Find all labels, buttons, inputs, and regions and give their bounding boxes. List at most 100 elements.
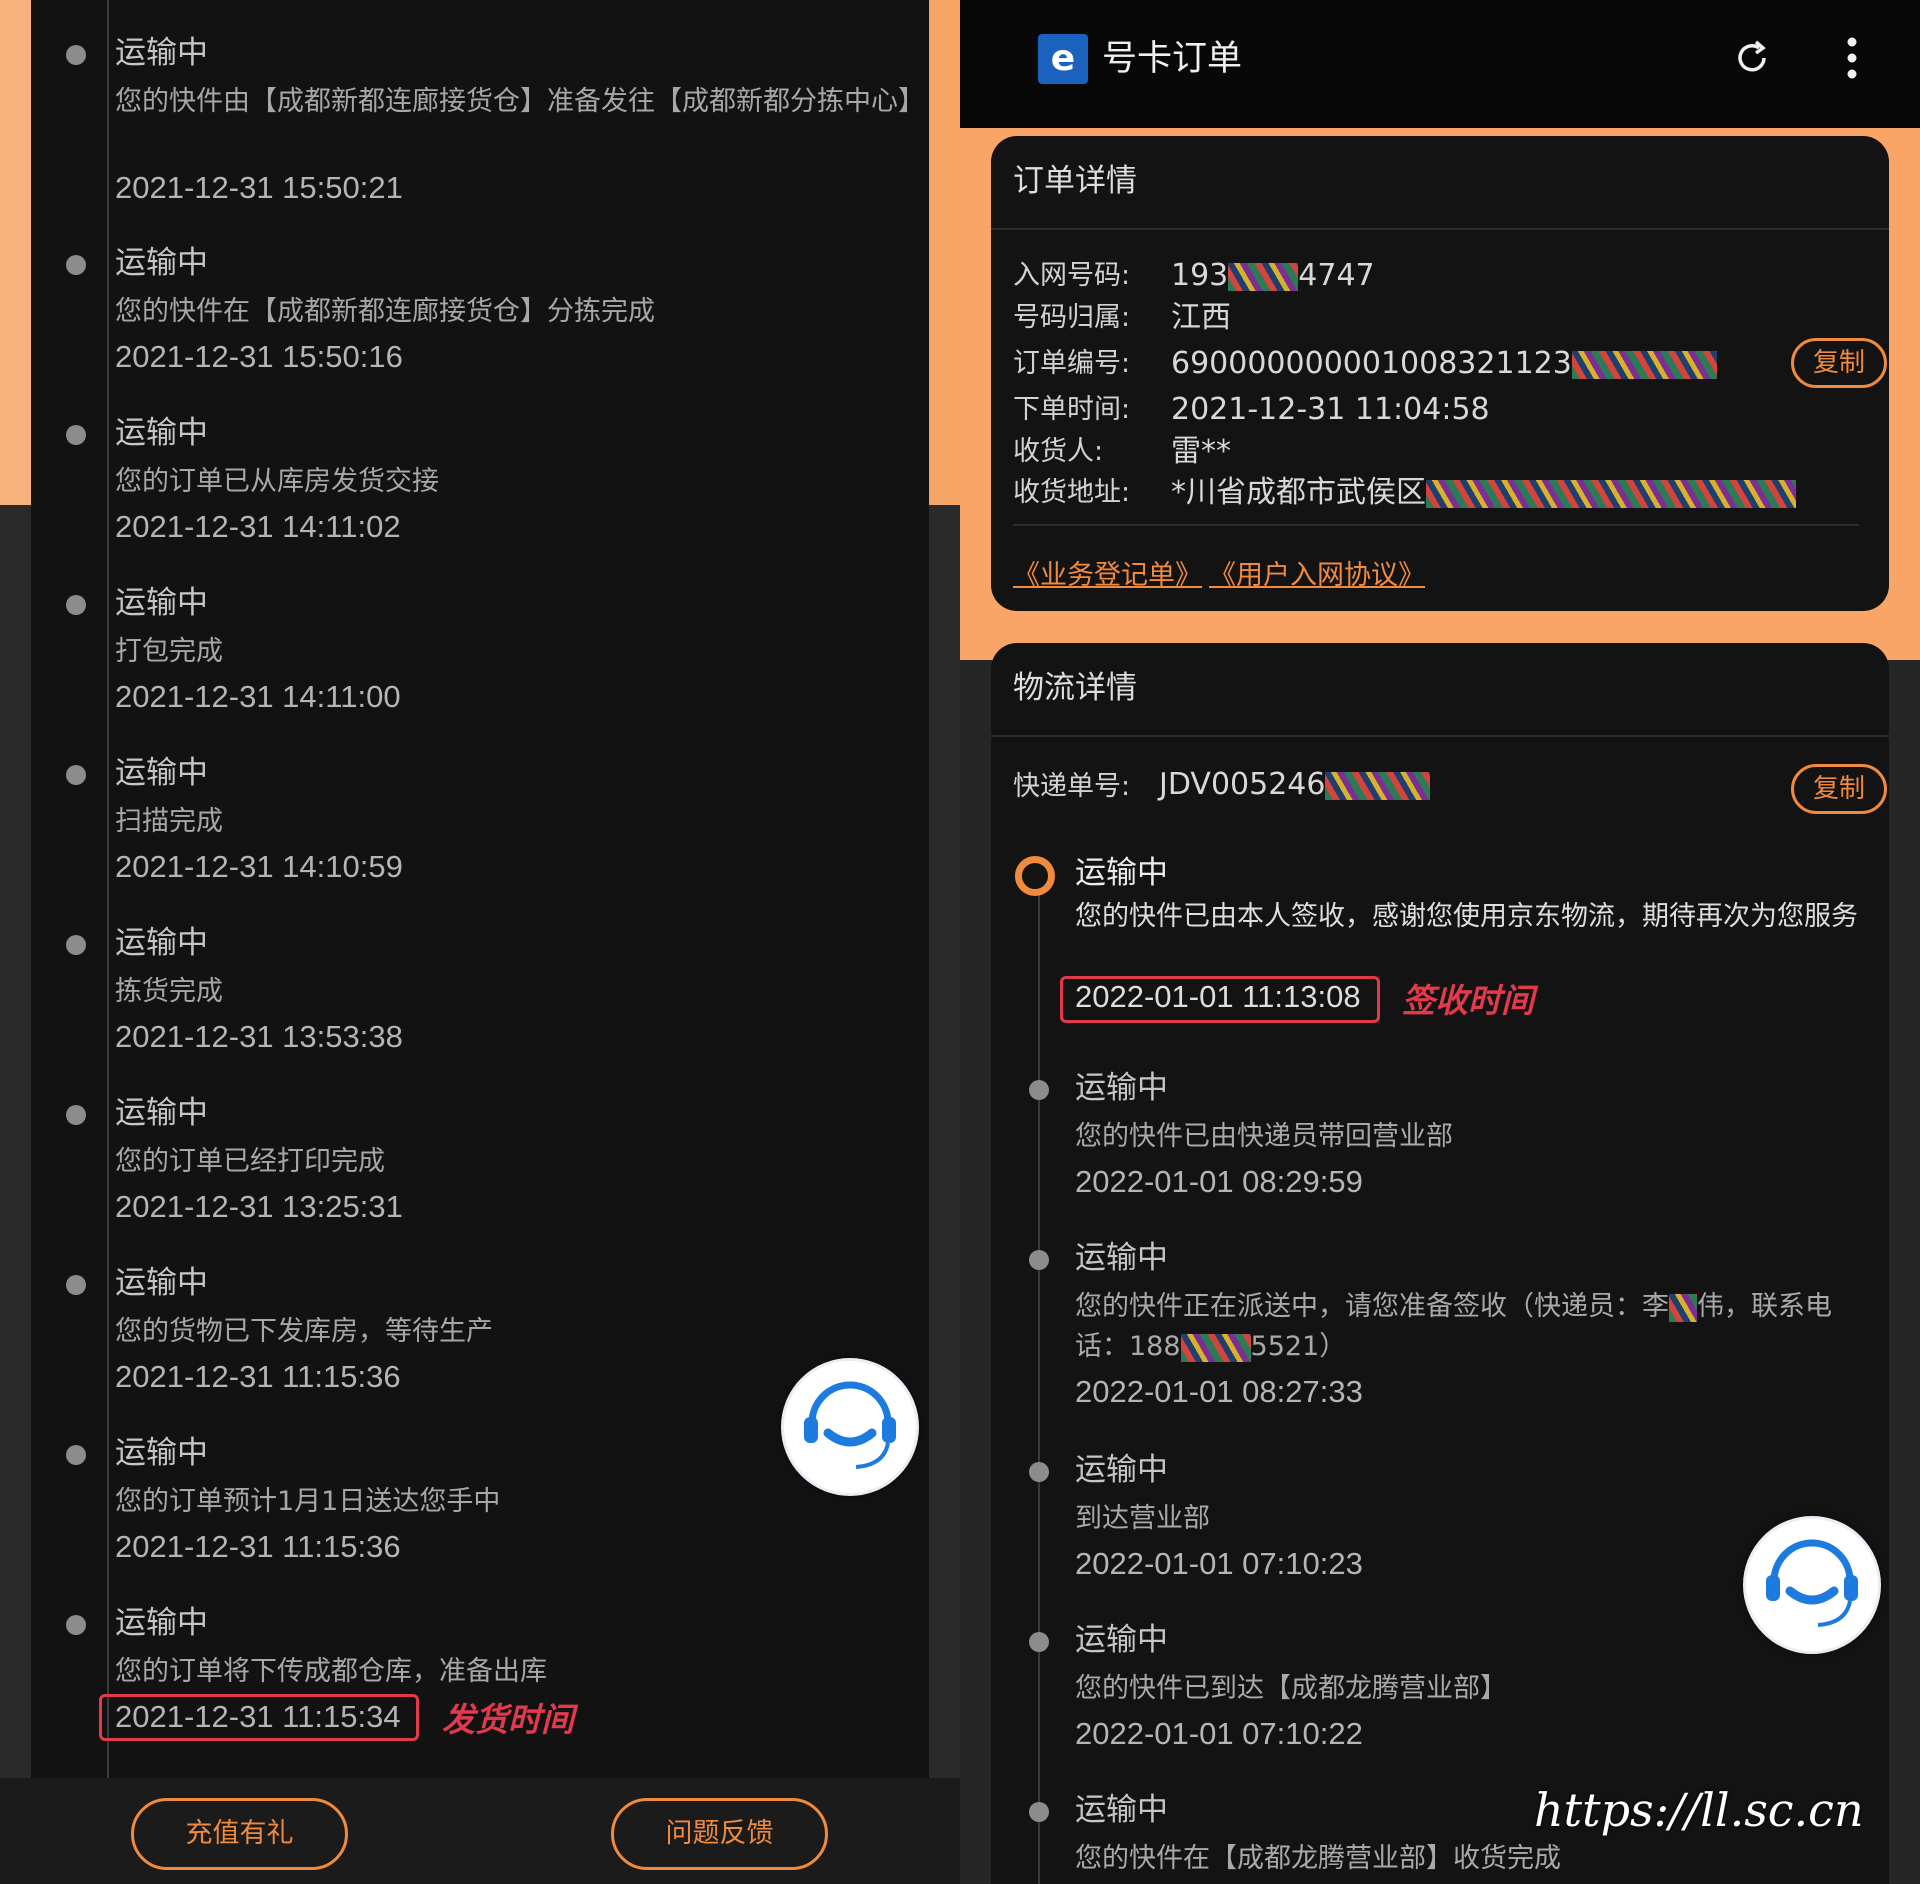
timeline-status: 运输中 xyxy=(115,415,208,451)
timeline-status: 运输中 xyxy=(115,1095,208,1131)
timeline-time: 2021-12-31 11:15:36 xyxy=(115,1529,401,1564)
receiver-value: 雷** xyxy=(1171,434,1231,469)
receiver-label: 收货人: xyxy=(1013,436,1104,467)
timeline-time: 2021-12-31 15:50:16 xyxy=(115,339,403,374)
timeline-desc: 您的快件正在派送中，请您准备签收（快递员：李 伟，联系电话：188 5521） xyxy=(1075,1287,1865,1367)
copy-tracking-button[interactable]: 复制 xyxy=(1791,764,1887,814)
desc-part: 5521） xyxy=(1250,1331,1347,1362)
timeline-time: 2021-12-31 15:50:21 xyxy=(115,170,403,205)
timeline-desc: 您的订单已经打印完成 xyxy=(115,1146,385,1177)
watermark-text: https://ll.sc.cn xyxy=(1534,1783,1864,1837)
recharge-button[interactable]: 充值有礼 xyxy=(131,1798,348,1870)
timeline-dot xyxy=(1029,1250,1049,1270)
region-value: 江西 xyxy=(1171,300,1231,335)
order-time-value: 2021-12-31 11:04:58 xyxy=(1171,392,1490,427)
timeline-time: 2021-12-31 11:15:36 xyxy=(115,1359,401,1394)
left-screenshot: 运输中 您的快件由【成都新都连廊接货仓】准备发往【成都新都分拣中心】 2021-… xyxy=(0,0,960,1884)
timeline-time: 2022-01-01 08:29:59 xyxy=(1075,1164,1363,1199)
timeline-desc: 您的快件已由本人签收，感谢您使用京东物流，期待再次为您服务 xyxy=(1075,901,1858,932)
page-title: 号卡订单 xyxy=(1102,39,1243,79)
timeline-status: 运输中 xyxy=(1075,1622,1168,1658)
address-text: *川省成都市武侯区 xyxy=(1171,475,1426,510)
tracking-no-text: JDV005246 xyxy=(1159,767,1326,802)
address-value: *川省成都市武侯区 xyxy=(1171,473,1796,513)
order-no-label: 订单编号: xyxy=(1013,348,1131,379)
more-menu-icon[interactable] xyxy=(1845,36,1859,80)
headset-icon xyxy=(804,1381,896,1469)
timeline-line xyxy=(1038,887,1040,1884)
timeline-desc: 您的快件由【成都新都连廊接货仓】准备发往【成都新都分拣中心】 xyxy=(115,86,925,117)
timeline-desc: 扫描完成 xyxy=(115,806,223,837)
app-bar: e 号卡订单 xyxy=(960,0,1920,128)
timeline-status: 运输中 xyxy=(1075,855,1168,891)
phone-value: 193 4747 xyxy=(1171,256,1375,296)
logistics-timeline-card: 运输中 您的快件由【成都新都连廊接货仓】准备发往【成都新都分拣中心】 2021-… xyxy=(31,0,929,1778)
timeline-dot xyxy=(1029,1080,1049,1100)
headset-icon xyxy=(1766,1539,1858,1627)
timeline-dot xyxy=(66,255,86,275)
timeline-status: 运输中 xyxy=(115,755,208,791)
timeline-status: 运输中 xyxy=(1075,1070,1168,1106)
address-label: 收货地址: xyxy=(1013,477,1131,508)
logistics-title: 物流详情 xyxy=(1013,670,1137,706)
order-no-value: 690000000001008321123 xyxy=(1171,344,1717,384)
timeline-status: 运输中 xyxy=(115,1265,208,1301)
logistics-details-card: 物流详情 快递单号: JDV005246 复制 运输中 您的快件已由本人签收，感… xyxy=(991,643,1889,1884)
timeline-time: 2021-12-31 14:11:02 xyxy=(115,509,401,544)
timeline-desc: 您的快件已到达【成都龙腾营业部】 xyxy=(1075,1673,1507,1704)
customer-service-button[interactable] xyxy=(1743,1516,1881,1654)
timeline-desc: 您的订单已从库房发货交接 xyxy=(115,466,439,497)
timeline-desc: 拣货完成 xyxy=(115,976,223,1007)
timeline-line xyxy=(107,0,109,1778)
order-details-title: 订单详情 xyxy=(1013,163,1137,199)
region-label: 号码归属: xyxy=(1013,302,1131,333)
timeline-time: 2021-12-31 13:25:31 xyxy=(115,1189,403,1224)
timeline-status: 运输中 xyxy=(115,1605,208,1641)
redacted-mask xyxy=(1325,771,1431,800)
timeline-desc: 您的快件在【成都新都连廊接货仓】分拣完成 xyxy=(115,296,655,327)
network-agreement-link[interactable]: 《用户入网协议》 xyxy=(1209,556,1425,596)
phone-prefix: 193 xyxy=(1171,258,1229,293)
ship-time-note: 发货时间 xyxy=(442,1700,574,1739)
timeline-status: 运输中 xyxy=(1075,1792,1168,1828)
timeline-dot xyxy=(1029,1462,1049,1482)
timeline-status: 运输中 xyxy=(115,585,208,621)
divider xyxy=(991,735,1889,737)
timeline-status: 运输中 xyxy=(1075,1452,1168,1488)
feedback-button[interactable]: 问题反馈 xyxy=(611,1798,828,1870)
customer-service-button[interactable] xyxy=(781,1358,919,1496)
ship-time-highlight xyxy=(99,1694,419,1741)
tracking-label: 快递单号: xyxy=(1013,771,1131,802)
redacted-mask xyxy=(1669,1293,1697,1322)
timeline-dot xyxy=(66,1445,86,1465)
timeline-time: 2022-01-01 07:10:23 xyxy=(1075,1546,1363,1581)
phone-label: 入网号码: xyxy=(1013,260,1131,291)
timeline-dot xyxy=(66,45,86,65)
timeline-dot xyxy=(66,1615,86,1635)
timeline-desc: 打包完成 xyxy=(115,636,223,667)
copy-order-button[interactable]: 复制 xyxy=(1791,338,1887,388)
timeline-time: 2021-12-31 14:11:00 xyxy=(115,679,401,714)
phone-suffix: 4747 xyxy=(1298,258,1375,293)
timeline-dot xyxy=(66,765,86,785)
timeline-dot xyxy=(66,1275,86,1295)
redacted-mask xyxy=(1571,350,1717,379)
divider xyxy=(1013,524,1859,526)
business-form-link[interactable]: 《业务登记单》 xyxy=(1013,556,1202,596)
timeline-dot xyxy=(66,425,86,445)
redacted-mask xyxy=(1180,1333,1251,1362)
tracking-value: JDV005246 xyxy=(1159,765,1431,805)
order-no-text: 690000000001008321123 xyxy=(1171,346,1572,381)
refresh-icon[interactable] xyxy=(1732,38,1772,78)
timeline-time: 2021-12-31 14:10:59 xyxy=(115,849,403,884)
timeline-dot xyxy=(66,935,86,955)
timeline-status: 运输中 xyxy=(115,925,208,961)
right-screenshot: e 号卡订单 订单详情 入网号码: 193 4747 号码归属: 江西 订单编号:… xyxy=(960,0,1920,1884)
timeline-time: 2022-01-01 08:27:33 xyxy=(1075,1374,1363,1409)
sign-time-highlight xyxy=(1060,976,1380,1023)
timeline-dot xyxy=(66,595,86,615)
timeline-time: 2021-12-31 13:53:38 xyxy=(115,1019,403,1054)
sign-time-note: 签收时间 xyxy=(1402,981,1534,1020)
desc-part: 您的快件正在派送中，请您准备签收（快递员：李 xyxy=(1075,1291,1669,1322)
timeline-status: 运输中 xyxy=(115,35,208,71)
